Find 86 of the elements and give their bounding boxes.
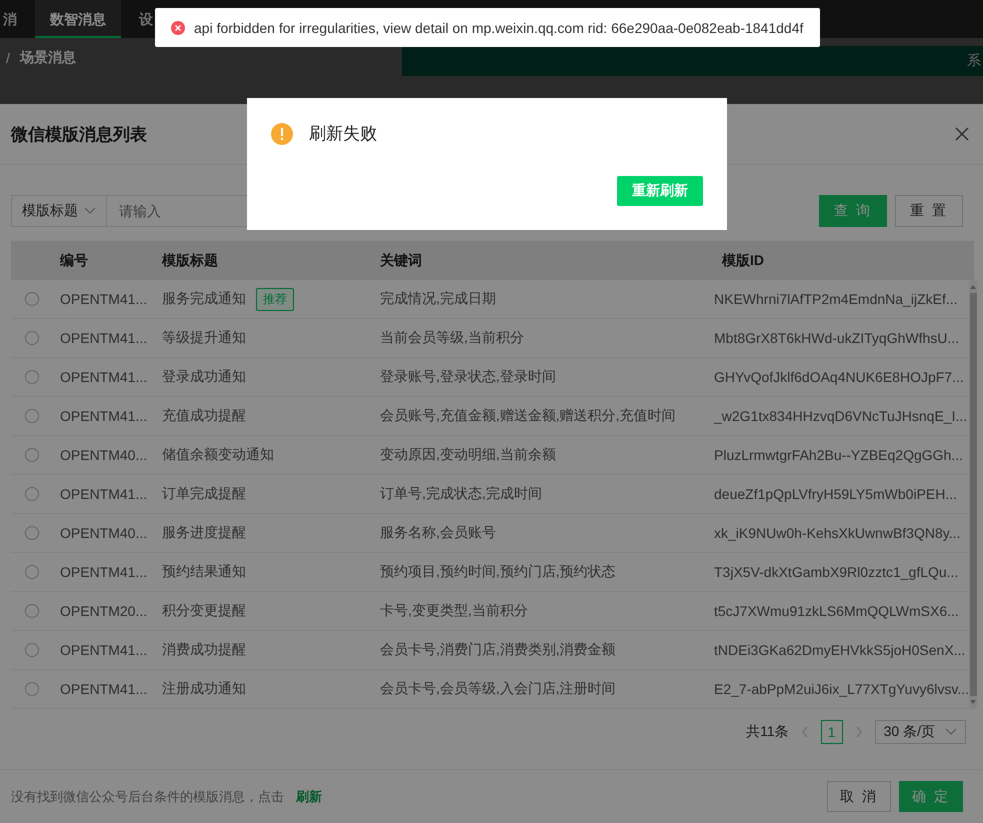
caret-icon bbox=[84, 207, 96, 215]
breadcrumb-separator: / bbox=[6, 50, 10, 66]
radio-button[interactable] bbox=[25, 526, 39, 540]
radio-button[interactable] bbox=[25, 448, 39, 462]
table-cell: 等级提升通知 bbox=[162, 329, 246, 347]
radio-button[interactable] bbox=[25, 643, 39, 657]
table-cell-text: 服务名称,会员账号 bbox=[379, 524, 497, 542]
table-cell-text: 当前会员等级,当前积分 bbox=[379, 329, 525, 347]
table-cell-text: 会员卡号,消费门店,消费类别,消费金额 bbox=[379, 641, 617, 659]
table-cell-text: NKEWhrni7lAfTP2m4EmdnNa_ijZkEf... bbox=[713, 291, 959, 307]
tag-label: 推荐 bbox=[256, 288, 294, 310]
table-cell: 注册成功通知 bbox=[162, 680, 246, 698]
table-cell-text: 登录账号,登录状态,登录时间 bbox=[379, 368, 557, 386]
table-cell-text: OPENTM20... bbox=[59, 603, 148, 619]
table-cell-text: 订单号,完成状态,完成时间 bbox=[379, 485, 543, 503]
table-cell-text: xk_iK9NUw0h-KehsXkUwnwBf3QN8y... bbox=[713, 525, 962, 541]
table-cell-text: 完成情况,完成日期 bbox=[379, 290, 497, 308]
table-cell-text: 预约项目,预约时间,预约门店,预约状态 bbox=[379, 563, 617, 581]
table-cell: 服务完成通知 bbox=[162, 290, 246, 308]
table-cell-text: PluzLrmwtgrFAh2Bu--YZBEq2QgGGh... bbox=[713, 447, 964, 463]
total-count: 共11条 bbox=[746, 723, 789, 741]
table-cell-text: Mbt8GrX8T6kHWd-ukZITyqGhWfhsU... bbox=[713, 330, 960, 346]
table-cell-text: OPENTM41... bbox=[59, 486, 148, 502]
breadcrumb-current: 场景消息 bbox=[20, 49, 76, 68]
table-cell-text: OPENTM41... bbox=[59, 330, 148, 346]
scroll-up-icon[interactable] bbox=[969, 284, 977, 290]
table-cell: 登录成功通知 bbox=[162, 368, 246, 386]
table-cell-text: T3jX5V-dkXtGambX9Rl0zztc1_gfLQu... bbox=[713, 564, 960, 580]
dialog-title: 刷新失败 bbox=[309, 123, 377, 145]
table-cell-text: 卡号,变更类型,当前积分 bbox=[379, 602, 529, 620]
table-cell: 储值余额变动通知 bbox=[162, 446, 274, 464]
radio-button[interactable] bbox=[25, 682, 39, 696]
nav-tab[interactable]: 消 bbox=[0, 0, 35, 38]
table-cell-text: OPENTM41... bbox=[59, 408, 148, 424]
scroll-down-icon[interactable] bbox=[969, 699, 977, 705]
table-cell-text: OPENTM41... bbox=[59, 369, 148, 385]
cancel-button[interactable]: 取 消 bbox=[827, 781, 891, 812]
error-icon bbox=[170, 20, 186, 36]
table-cell-text: GHYvQofJklf6dOAq4NUK6E8HOJpF7... bbox=[713, 369, 965, 385]
column-header: 编号 bbox=[58, 252, 89, 270]
table-cell-text: OPENTM41... bbox=[59, 291, 148, 307]
column-header: 模版ID bbox=[720, 252, 765, 270]
radio-button[interactable] bbox=[25, 409, 39, 423]
table-cell: 充值成功提醒 bbox=[162, 407, 246, 425]
radio-button[interactable] bbox=[25, 292, 39, 306]
reset-button[interactable]: 重 置 bbox=[895, 195, 963, 227]
page-size-select[interactable]: 30 条/页 bbox=[874, 720, 966, 744]
radio-button[interactable] bbox=[25, 565, 39, 579]
radio-button[interactable] bbox=[25, 370, 39, 384]
table-cell: 预约结果通知 bbox=[162, 563, 246, 581]
table-cell: 订单完成提醒 bbox=[162, 485, 246, 503]
caret-icon bbox=[945, 728, 957, 736]
toast-message: api forbidden for irregularities, view detail on mp.weixin.qq.com rid: 66e290aa-0e082eab-1841dd4f bbox=[194, 20, 804, 36]
table-cell-text: t5cJ7XWmu91zkLS6MmQQLWmSX6... bbox=[713, 603, 960, 619]
table-cell-text: OPENTM41... bbox=[59, 681, 148, 697]
table-cell-text: OPENTM41... bbox=[59, 642, 148, 658]
column-header: 关键词 bbox=[378, 252, 423, 270]
table-cell: 服务进度提醒 bbox=[162, 524, 246, 542]
table-cell-text: E2_7-abPpM2uiJ6ix_L77XTgYuvy6lvsv... bbox=[713, 681, 969, 697]
table-cell-text: OPENTM41... bbox=[59, 564, 148, 580]
modal-title: 微信模版消息列表 bbox=[11, 124, 147, 146]
table-cell-text: 会员账号,充值金额,赠送金额,赠送积分,充值时间 bbox=[379, 407, 677, 425]
warning-icon bbox=[271, 122, 293, 144]
retry-button[interactable]: 重新刷新 bbox=[617, 176, 703, 206]
column-header: 模版标题 bbox=[160, 252, 219, 270]
refresh-link[interactable]: 刷新 bbox=[296, 788, 322, 806]
radio-button[interactable] bbox=[25, 604, 39, 618]
nav-tab[interactable]: 数智消息 bbox=[35, 0, 121, 38]
scrollbar[interactable] bbox=[969, 280, 977, 709]
table-cell: 积分变更提醒 bbox=[162, 602, 246, 620]
table-cell-text: _w2G1tx834HHzvqD6VNcTuJHsnqE_I... bbox=[712, 408, 968, 424]
close-icon[interactable] bbox=[955, 127, 969, 141]
banner-text: 系 bbox=[967, 52, 981, 70]
page-button[interactable]: 1 bbox=[820, 720, 843, 744]
table-cell-text: OPENTM40... bbox=[59, 447, 148, 463]
prev-page-icon[interactable] bbox=[800, 726, 809, 738]
table-cell-text: tNDEi3GKa62DmyEHVkkS5joH0SenX... bbox=[713, 642, 966, 658]
table-cell-text: OPENTM40... bbox=[59, 525, 148, 541]
footer-text: 没有找到微信公众号后台条件的模版消息，点击 bbox=[11, 788, 284, 806]
table-cell-text: 变动原因,变动明细,当前余额 bbox=[379, 446, 557, 464]
table-cell-text: 会员卡号,会员等级,入会门店,注册时间 bbox=[379, 680, 617, 698]
table-cell-text: deueZf1pQpLVfryH59LY5mWb0iPEH... bbox=[713, 486, 958, 502]
next-page-icon[interactable] bbox=[854, 726, 863, 738]
radio-button[interactable] bbox=[25, 331, 39, 345]
table-cell: 消费成功提醒 bbox=[162, 641, 246, 659]
radio-button[interactable] bbox=[25, 487, 39, 501]
